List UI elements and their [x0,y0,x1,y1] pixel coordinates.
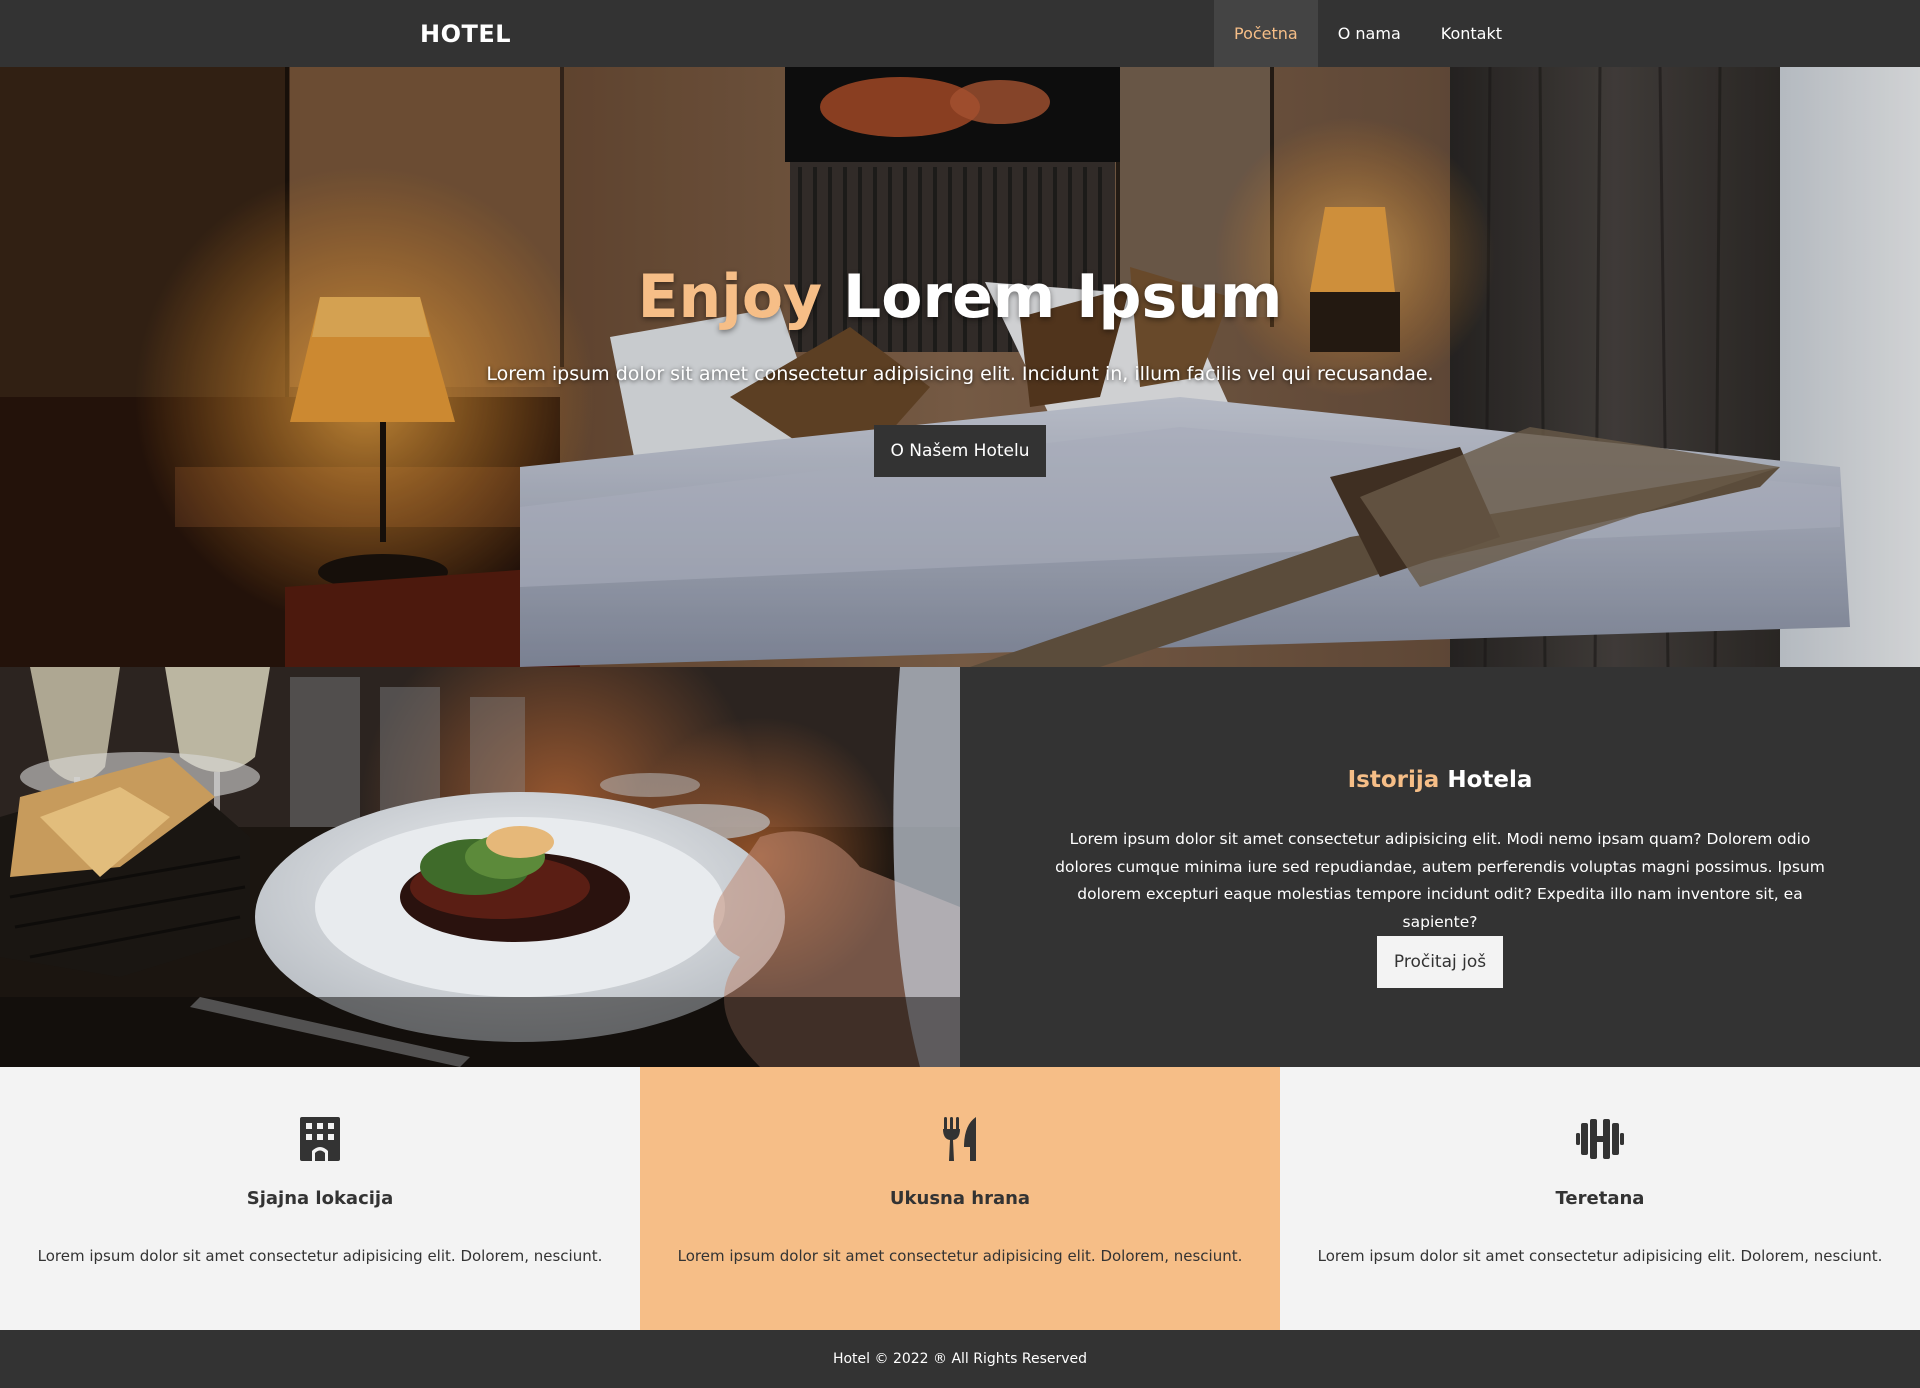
hero-title-accent: Enjoy [637,262,823,332]
footer-copyright: Hotel © 2022 ® All Rights Reserved [832,1351,1088,1367]
about-title-rest: Hotela [1439,767,1533,793]
feature-card-food: Ukusna hrana Lorem ipsum dolor sit amet … [640,1067,1280,1330]
about-title: Istorija Hotela [960,767,1920,793]
dumbbell-icon [1576,1119,1624,1159]
main-nav: Početna O nama Kontakt [1214,0,1522,67]
utensils-icon [943,1117,976,1161]
brand-logo[interactable]: HOTEL [420,20,511,48]
feature-title: Sjajna lokacija [246,1188,394,1209]
about-hotel-button[interactable]: O Našem Hotelu [874,425,1046,477]
restaurant-image [0,667,960,1067]
read-more-button[interactable]: Pročitaj još [1377,936,1503,988]
footer: Hotel © 2022 ® All Rights Reserved [0,1330,1920,1388]
nav-item-pocetna[interactable]: Početna [1214,0,1318,67]
feature-title: Teretana [1555,1188,1645,1209]
feature-title: Ukusna hrana [889,1188,1031,1209]
feature-text: Lorem ipsum dolor sit amet consectetur a… [1317,1247,1883,1265]
hero-subtitle: Lorem ipsum dolor sit amet consectetur a… [486,363,1434,385]
nav-item-kontakt[interactable]: Kontakt [1421,0,1522,67]
features-section: Sjajna lokacija Lorem ipsum dolor sit am… [0,1067,1920,1330]
hero-title: Enjoy Lorem Ipsum [0,262,1920,332]
hero-section: Enjoy Lorem Ipsum Lorem ipsum dolor sit … [0,67,1920,667]
nav-item-o-nama[interactable]: O nama [1318,0,1421,67]
feature-card-location: Sjajna lokacija Lorem ipsum dolor sit am… [0,1067,640,1330]
feature-text: Lorem ipsum dolor sit amet consectetur a… [677,1247,1243,1265]
hero-title-rest: Lorem Ipsum [822,262,1283,332]
about-text-panel: Istorija Hotela Lorem ipsum dolor sit am… [960,667,1920,1067]
feature-card-gym: Teretana Lorem ipsum dolor sit amet cons… [1280,1067,1920,1330]
about-section: Istorija Hotela Lorem ipsum dolor sit am… [0,667,1920,1067]
about-title-accent: Istorija [1347,767,1440,793]
building-icon [300,1117,340,1161]
feature-text: Lorem ipsum dolor sit amet consectetur a… [37,1247,603,1265]
about-paragraph: Lorem ipsum dolor sit amet consectetur a… [1055,830,1825,931]
navbar: HOTEL Početna O nama Kontakt [0,0,1920,67]
